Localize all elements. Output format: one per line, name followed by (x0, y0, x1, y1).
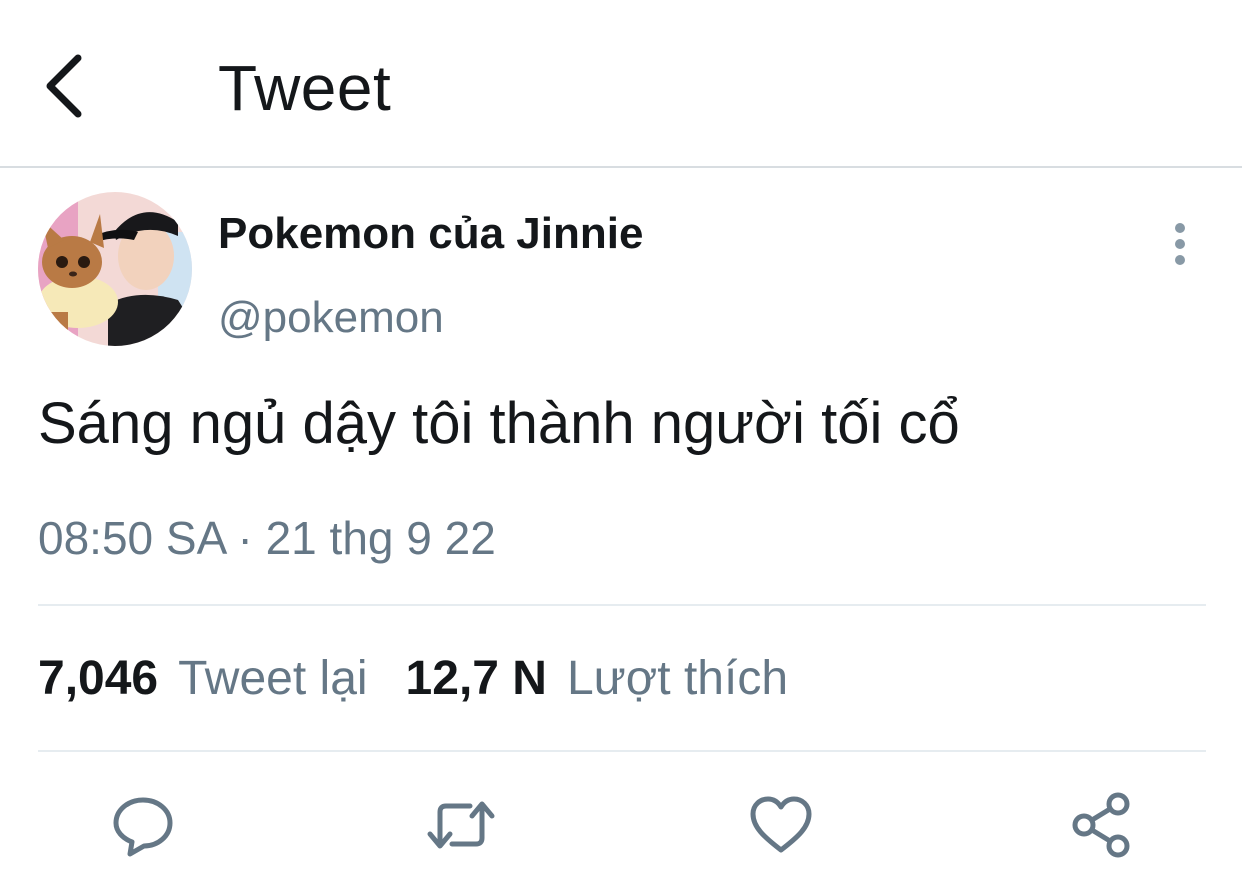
like-button[interactable] (746, 790, 816, 860)
retweets-count: 7,046 (38, 652, 159, 705)
reply-icon (113, 797, 173, 857)
avatar-image (38, 192, 192, 346)
share-icon (1072, 792, 1130, 858)
author-handle[interactable]: @pokemon (218, 290, 444, 346)
share-button[interactable] (1068, 790, 1138, 860)
more-vertical-icon (1175, 223, 1185, 265)
page-title: Tweet (218, 52, 392, 124)
likes-label[interactable]: Lượt thích (567, 652, 788, 705)
like-icon (750, 796, 812, 853)
chevron-left-icon (46, 54, 82, 118)
avatar[interactable] (38, 192, 192, 346)
tweet-stats: 7,046 Tweet lại 12,7 N Lượt thích (38, 648, 788, 710)
likes-count: 12,7 N (405, 652, 547, 705)
author-display-name[interactable]: Pokemon của Jinnie (218, 206, 643, 262)
reply-button[interactable] (108, 790, 178, 860)
retweet-icon (427, 801, 495, 849)
back-button[interactable] (34, 50, 98, 120)
retweet-button[interactable] (426, 790, 496, 860)
top-bar: Tweet (0, 0, 1242, 168)
tweet-timestamp[interactable]: 08:50 SA · 21 thg 9 22 (38, 508, 496, 568)
divider (38, 604, 1206, 606)
divider (38, 750, 1206, 752)
tweet-text: Sáng ngủ dậy tôi thành người tối cổ (38, 391, 960, 456)
retweets-label[interactable]: Tweet lại (178, 652, 367, 705)
more-options-button[interactable] (1160, 220, 1200, 268)
